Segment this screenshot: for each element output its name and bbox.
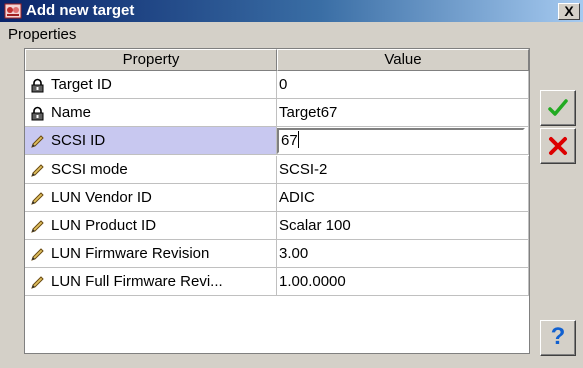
table-row[interactable]: LUN Full Firmware Revi... 1.00.0000 bbox=[25, 268, 529, 297]
value-cell[interactable]: ADIC bbox=[277, 183, 529, 212]
value-cell[interactable]: SCSI-2 bbox=[277, 155, 529, 184]
pencil-icon bbox=[31, 220, 44, 233]
window-title: Add new target bbox=[26, 2, 135, 19]
scsi-id-input[interactable]: 67 bbox=[277, 128, 525, 155]
value-cell[interactable]: Target67 bbox=[277, 99, 529, 128]
property-cell[interactable]: LUN Product ID bbox=[25, 212, 277, 240]
section-label: Properties bbox=[8, 26, 77, 43]
table-row[interactable]: LUN Product ID Scalar 100 bbox=[25, 212, 529, 240]
property-label: LUN Firmware Revision bbox=[51, 245, 210, 263]
red-x-icon bbox=[549, 137, 567, 155]
property-label: LUN Full Firmware Revi... bbox=[51, 273, 223, 291]
table-row[interactable]: LUN Vendor ID ADIC bbox=[25, 183, 529, 212]
help-icon: ? bbox=[550, 323, 566, 350]
table-row[interactable]: LUN Firmware Revision 3.00 bbox=[25, 240, 529, 269]
title-bar[interactable]: Add new target X bbox=[0, 0, 583, 22]
property-cell[interactable]: SCSI mode bbox=[25, 155, 277, 184]
property-label: LUN Product ID bbox=[51, 217, 157, 234]
table-row[interactable]: SCSI mode SCSI-2 bbox=[25, 155, 529, 184]
ok-button[interactable] bbox=[540, 90, 576, 126]
property-label: LUN Vendor ID bbox=[51, 188, 152, 206]
property-label: Name bbox=[51, 104, 92, 122]
lock-icon bbox=[31, 78, 44, 93]
pencil-icon bbox=[31, 276, 44, 290]
text-caret bbox=[297, 131, 299, 149]
table-row[interactable]: Name Target67 bbox=[25, 99, 529, 128]
properties-table: Property Value Target ID 0 Name Target67 SCS… bbox=[24, 48, 530, 354]
property-cell[interactable]: LUN Vendor ID bbox=[25, 183, 277, 212]
property-label: SCSI ID bbox=[51, 132, 106, 150]
property-cell[interactable]: SCSI ID bbox=[25, 127, 277, 156]
property-cell[interactable]: LUN Firmware Revision bbox=[25, 240, 277, 269]
help-button[interactable]: ? bbox=[540, 320, 576, 356]
pencil-icon bbox=[31, 163, 44, 177]
cancel-button[interactable] bbox=[540, 128, 576, 164]
column-header-value[interactable]: Value bbox=[277, 49, 529, 71]
table-row[interactable]: SCSI ID 67 bbox=[25, 127, 529, 156]
pencil-icon bbox=[31, 248, 44, 261]
value-cell[interactable]: Scalar 100 bbox=[277, 212, 529, 240]
lock-icon bbox=[31, 106, 44, 121]
property-cell[interactable]: Name bbox=[25, 99, 277, 128]
app-icon bbox=[4, 3, 22, 19]
value-cell[interactable]: 0 bbox=[277, 71, 529, 99]
close-button[interactable]: X bbox=[558, 3, 580, 20]
table-row[interactable]: Target ID 0 bbox=[25, 71, 529, 99]
property-cell[interactable]: Target ID bbox=[25, 71, 277, 99]
value-cell[interactable]: 1.00.0000 bbox=[277, 268, 529, 297]
property-label: Target ID bbox=[51, 76, 112, 93]
property-cell[interactable]: LUN Full Firmware Revi... bbox=[25, 268, 277, 297]
value-text: 67 bbox=[281, 132, 298, 150]
checkmark-icon bbox=[548, 99, 568, 116]
property-label: SCSI mode bbox=[51, 160, 128, 178]
table-header: Property Value bbox=[25, 49, 529, 71]
column-header-property[interactable]: Property bbox=[25, 49, 277, 71]
value-cell[interactable]: 3.00 bbox=[277, 240, 529, 269]
pencil-icon bbox=[31, 135, 44, 149]
pencil-icon bbox=[31, 192, 44, 205]
